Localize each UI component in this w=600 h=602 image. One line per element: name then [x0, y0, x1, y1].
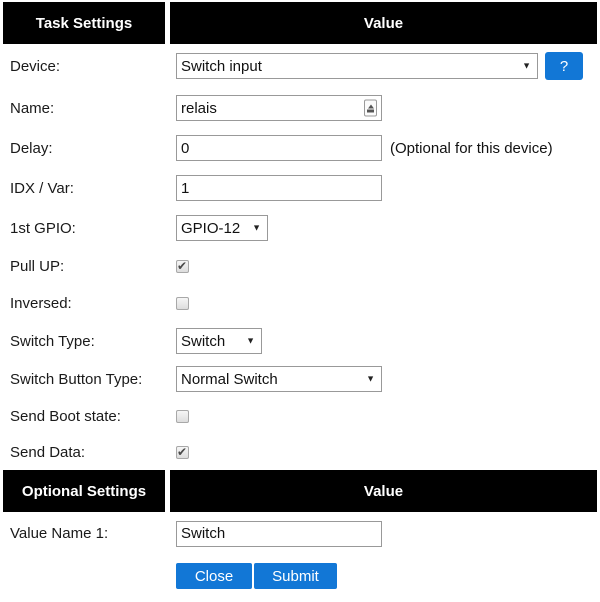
device-label: Device: — [3, 58, 170, 75]
submit-button[interactable]: Submit — [254, 563, 337, 589]
send-boot-state-row: Send Boot state: — [3, 398, 597, 435]
inversed-row: Inversed: — [3, 285, 597, 322]
task-settings-header-title: Task Settings — [3, 2, 165, 44]
idx-var-row: IDX / Var: — [3, 168, 597, 208]
gpio-1st-row: 1st GPIO: GPIO-12 ▼ — [3, 208, 597, 248]
optional-settings-header-title: Optional Settings — [3, 470, 165, 512]
gpio-1st-label: 1st GPIO: — [3, 220, 170, 237]
value-name-1-label: Value Name 1: — [3, 525, 170, 542]
send-data-row: Send Data: — [3, 435, 597, 470]
send-boot-state-checkbox[interactable] — [176, 410, 189, 423]
switch-button-type-label: Switch Button Type: — [3, 371, 170, 388]
name-row: Name: — [3, 88, 597, 128]
switch-button-type-select[interactable]: Normal Switch — [176, 366, 382, 392]
delay-note: (Optional for this device) — [390, 140, 553, 157]
device-select[interactable]: Switch input — [176, 53, 538, 79]
send-boot-state-label: Send Boot state: — [3, 408, 170, 425]
delay-row: Delay: (Optional for this device) — [3, 128, 597, 168]
task-settings-header: Task Settings Value — [3, 2, 597, 44]
switch-type-select[interactable]: Switch — [176, 328, 262, 354]
inversed-label: Inversed: — [3, 295, 170, 312]
switch-button-type-select-wrap: Normal Switch ▼ — [176, 366, 382, 392]
idx-var-label: IDX / Var: — [3, 180, 170, 197]
name-input[interactable] — [176, 95, 382, 121]
send-data-label: Send Data: — [3, 444, 170, 461]
switch-type-select-wrap: Switch ▼ — [176, 328, 262, 354]
optional-settings-header: Optional Settings Value — [3, 470, 597, 512]
device-help-button[interactable]: ? — [545, 52, 583, 80]
delay-input[interactable] — [176, 135, 382, 161]
send-data-checkbox[interactable] — [176, 446, 189, 459]
name-label: Name: — [3, 100, 170, 117]
actions-row: Close Submit — [3, 555, 597, 602]
gpio-1st-select[interactable]: GPIO-12 — [176, 215, 268, 241]
switch-type-label: Switch Type: — [3, 333, 170, 350]
value-name-1-input[interactable] — [176, 521, 382, 547]
value-name-1-row: Value Name 1: — [3, 512, 597, 555]
task-config-page: Task Settings Value Device: Switch input… — [0, 0, 600, 602]
pull-up-checkbox[interactable] — [176, 260, 189, 273]
device-row: Device: Switch input ▼ ? — [3, 44, 597, 88]
close-button[interactable]: Close — [176, 563, 252, 589]
delay-label: Delay: — [3, 140, 170, 157]
pull-up-row: Pull UP: — [3, 248, 597, 285]
device-select-wrap: Switch input ▼ — [176, 53, 538, 79]
inversed-checkbox[interactable] — [176, 297, 189, 310]
optional-settings-header-value: Value — [170, 470, 597, 512]
gpio-1st-select-wrap: GPIO-12 ▼ — [176, 215, 268, 241]
idx-var-input[interactable] — [176, 175, 382, 201]
switch-button-type-row: Switch Button Type: Normal Switch ▼ — [3, 360, 597, 398]
switch-type-row: Switch Type: Switch ▼ — [3, 322, 597, 360]
task-settings-header-value: Value — [170, 2, 597, 44]
pull-up-label: Pull UP: — [3, 258, 170, 275]
